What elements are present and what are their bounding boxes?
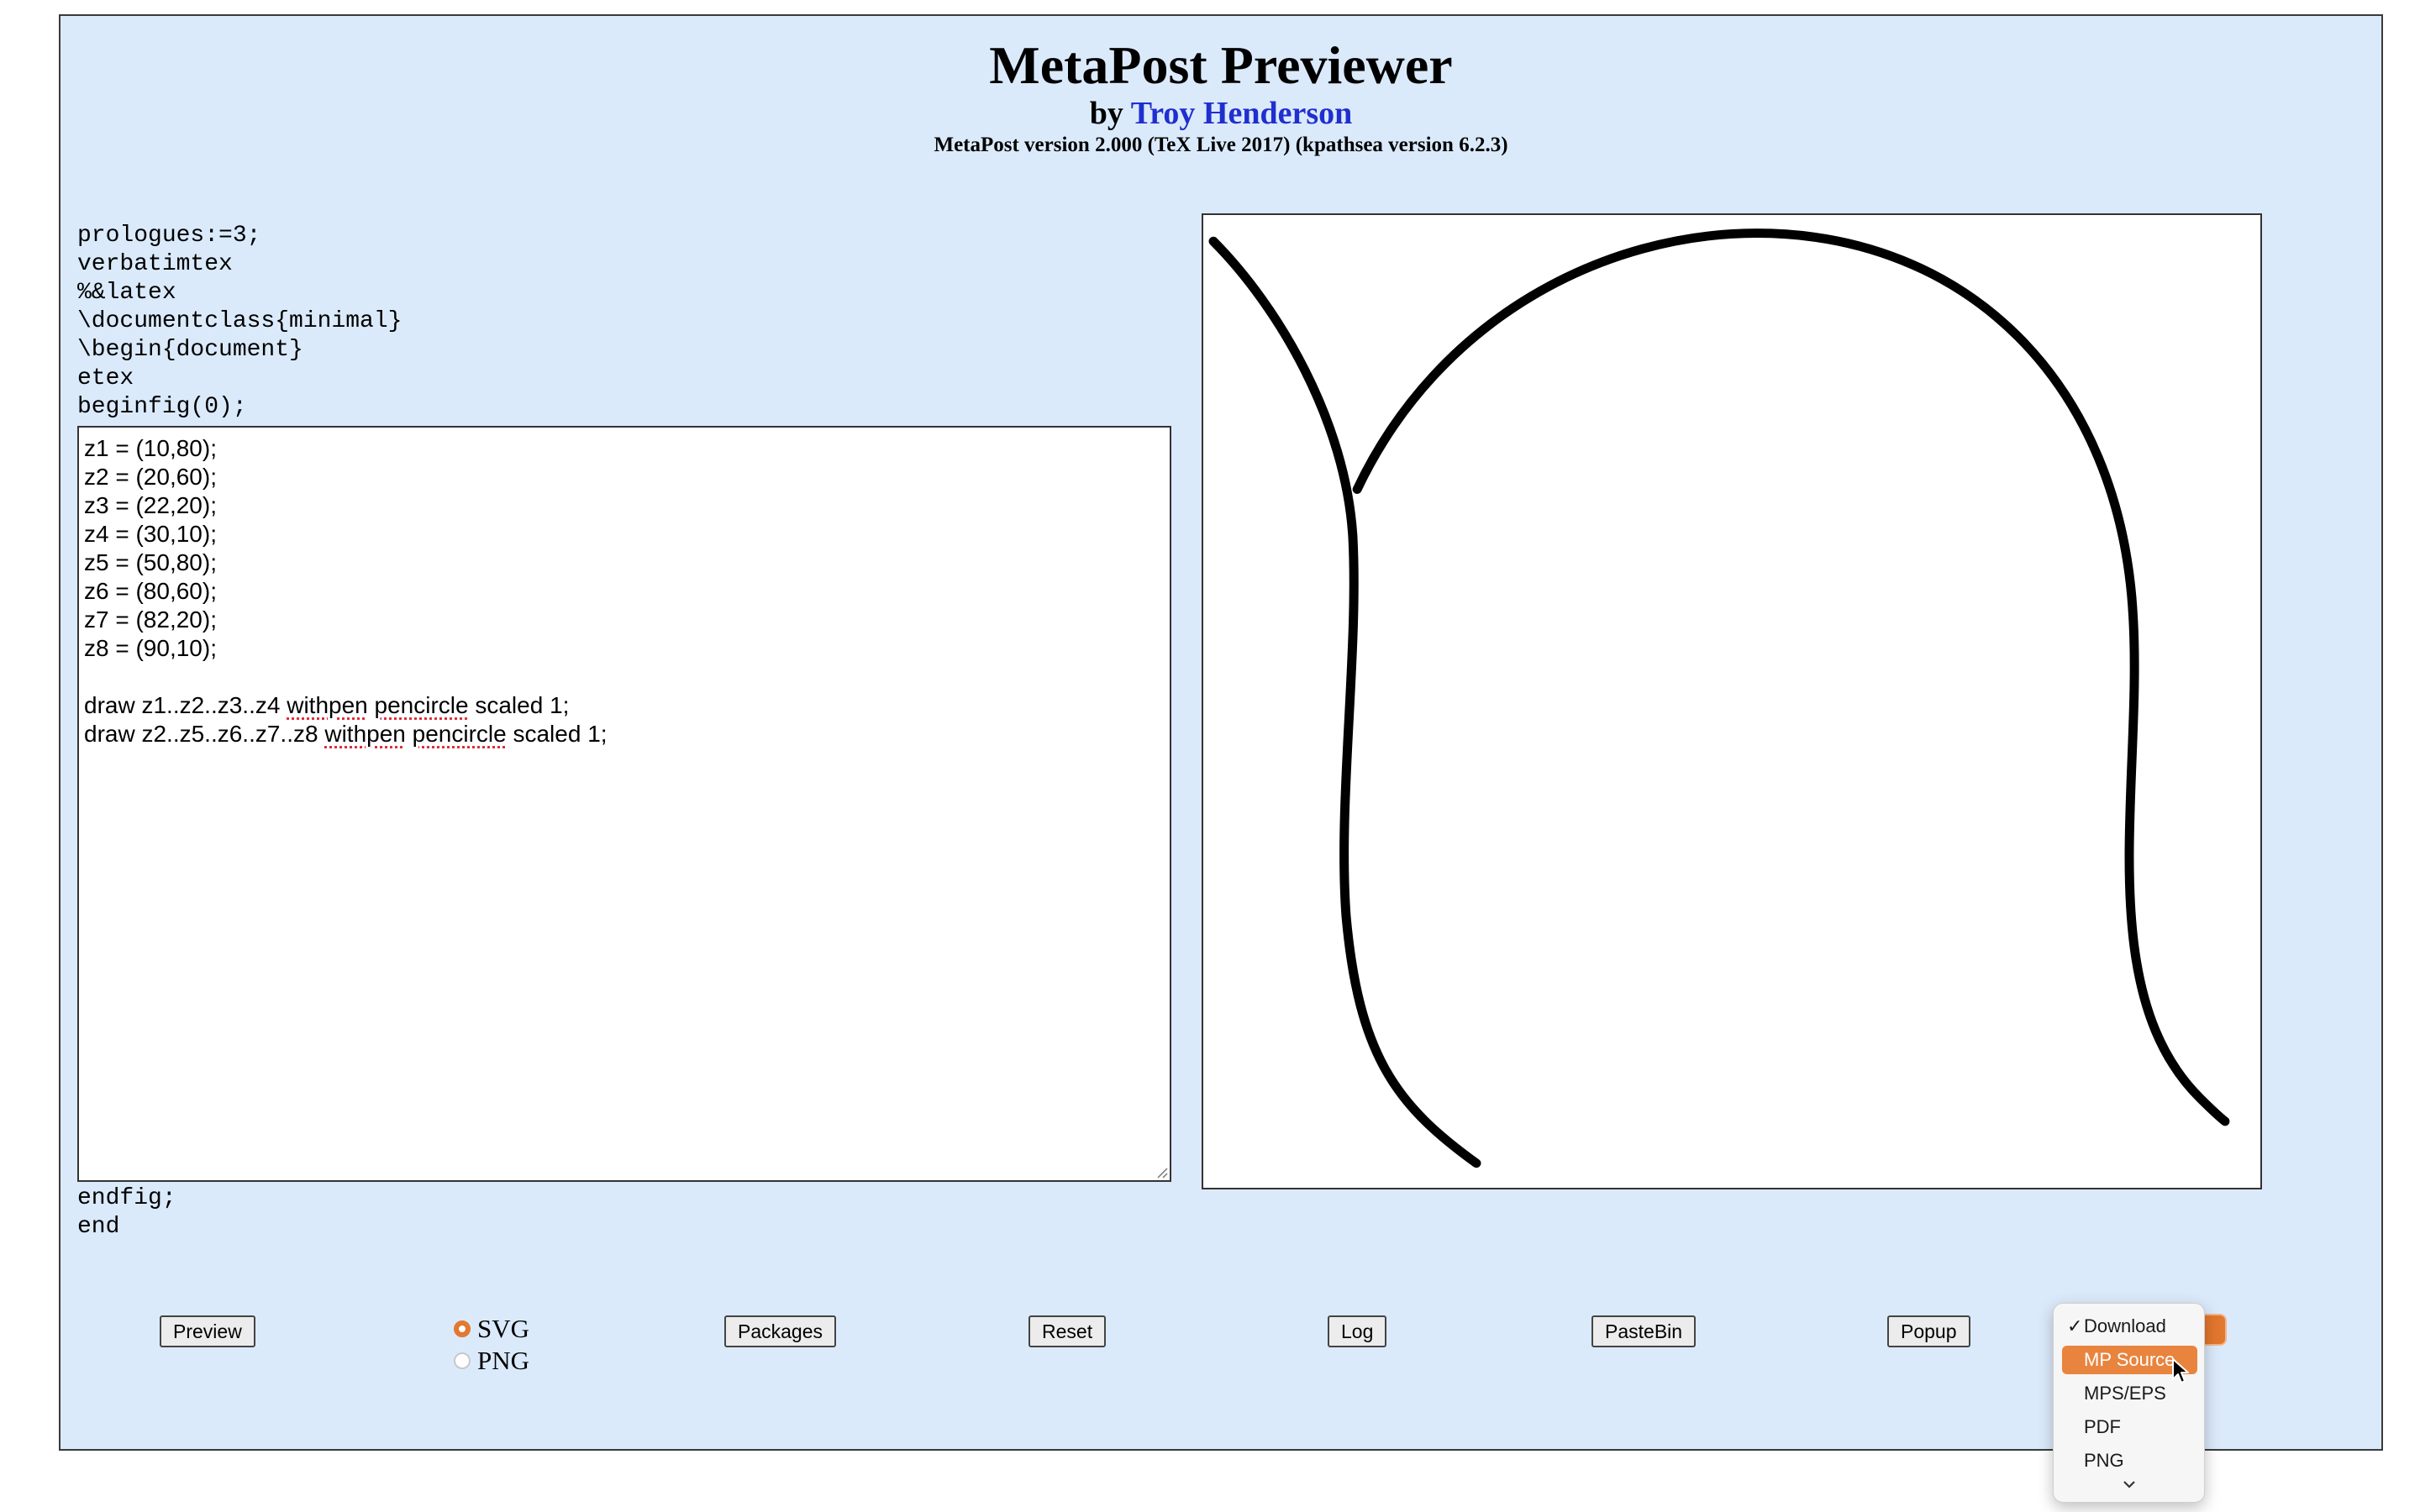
chevron-down-icon[interactable] bbox=[2054, 1473, 2204, 1495]
page-title: MetaPost Previewer bbox=[989, 35, 1453, 95]
preview-button[interactable]: Preview bbox=[160, 1315, 255, 1347]
download-dropdown: ✓ Download MP Source MPS/EPS PDF PNG bbox=[2053, 1303, 2205, 1503]
png-label: PNG bbox=[477, 1346, 530, 1375]
editor-lines: z1 = (10,80); z2 = (20,60); z3 = (22,20); z… bbox=[84, 434, 1165, 748]
author-link[interactable]: Troy Henderson bbox=[1131, 96, 1353, 131]
preview-drawing bbox=[1208, 228, 2230, 1168]
format-svg-option[interactable]: SVG bbox=[454, 1313, 529, 1345]
byline-prefix: by bbox=[1089, 96, 1123, 131]
mouse-cursor-icon bbox=[2172, 1358, 2189, 1383]
checkmark-icon: ✓ bbox=[2067, 1315, 2083, 1336]
editor-line: z5 = (50,80); bbox=[84, 549, 217, 575]
editor-line: draw z1..z2..z3..z4 withpen pencircle sc… bbox=[84, 692, 570, 718]
editor-line: z3 = (22,20); bbox=[84, 492, 217, 518]
editor-line: z2 = (20,60); bbox=[84, 464, 217, 490]
packages-button[interactable]: Packages bbox=[724, 1315, 837, 1347]
misspelled-word: pencircle bbox=[374, 692, 469, 718]
resize-grip-icon[interactable] bbox=[1155, 1165, 1168, 1179]
version-info: MetaPost version 2.000 (TeX Live 2017) (… bbox=[934, 134, 1508, 156]
source-editor[interactable]: z1 = (10,80); z2 = (20,60); z3 = (22,20); z… bbox=[77, 426, 1171, 1182]
byline: by Troy Henderson bbox=[60, 95, 2381, 132]
png-radio[interactable] bbox=[454, 1352, 471, 1369]
reset-button[interactable]: Reset bbox=[1028, 1315, 1107, 1347]
misspelled-word: withpen bbox=[287, 692, 368, 718]
format-png-option[interactable]: PNG bbox=[454, 1345, 529, 1377]
preview-pane bbox=[1202, 213, 2262, 1189]
option-png[interactable]: PNG bbox=[2062, 1446, 2197, 1468]
misspelled-word: pencircle bbox=[412, 721, 507, 747]
curve-path-2 bbox=[1352, 228, 2230, 1126]
misspelled-word: withpen bbox=[324, 721, 406, 747]
editor-line: z4 = (30,10); bbox=[84, 521, 217, 547]
popup-button[interactable]: Popup bbox=[1887, 1315, 1970, 1347]
epilogue-code: endfig; end bbox=[77, 1185, 176, 1240]
editor-line: z7 = (82,20); bbox=[84, 606, 217, 633]
curve-path-1 bbox=[1208, 236, 1481, 1168]
editor-line: draw z2..z5..z6..z7..z8 withpen pencircl… bbox=[84, 721, 608, 747]
log-button[interactable]: Log bbox=[1328, 1315, 1387, 1347]
prologue-code: prologues:=3; verbatimtex %&latex \docum… bbox=[77, 223, 402, 420]
svg-label: SVG bbox=[477, 1314, 530, 1343]
option-pdf[interactable]: PDF bbox=[2062, 1413, 2197, 1441]
svg-radio[interactable] bbox=[454, 1320, 471, 1337]
editor-line: z6 = (80,60); bbox=[84, 578, 217, 604]
pastebin-button[interactable]: PasteBin bbox=[1591, 1315, 1697, 1347]
editor-line: z8 = (90,10); bbox=[84, 635, 217, 661]
editor-line: z1 = (10,80); bbox=[84, 435, 217, 461]
option-download[interactable]: ✓ Download bbox=[2062, 1312, 2197, 1341]
